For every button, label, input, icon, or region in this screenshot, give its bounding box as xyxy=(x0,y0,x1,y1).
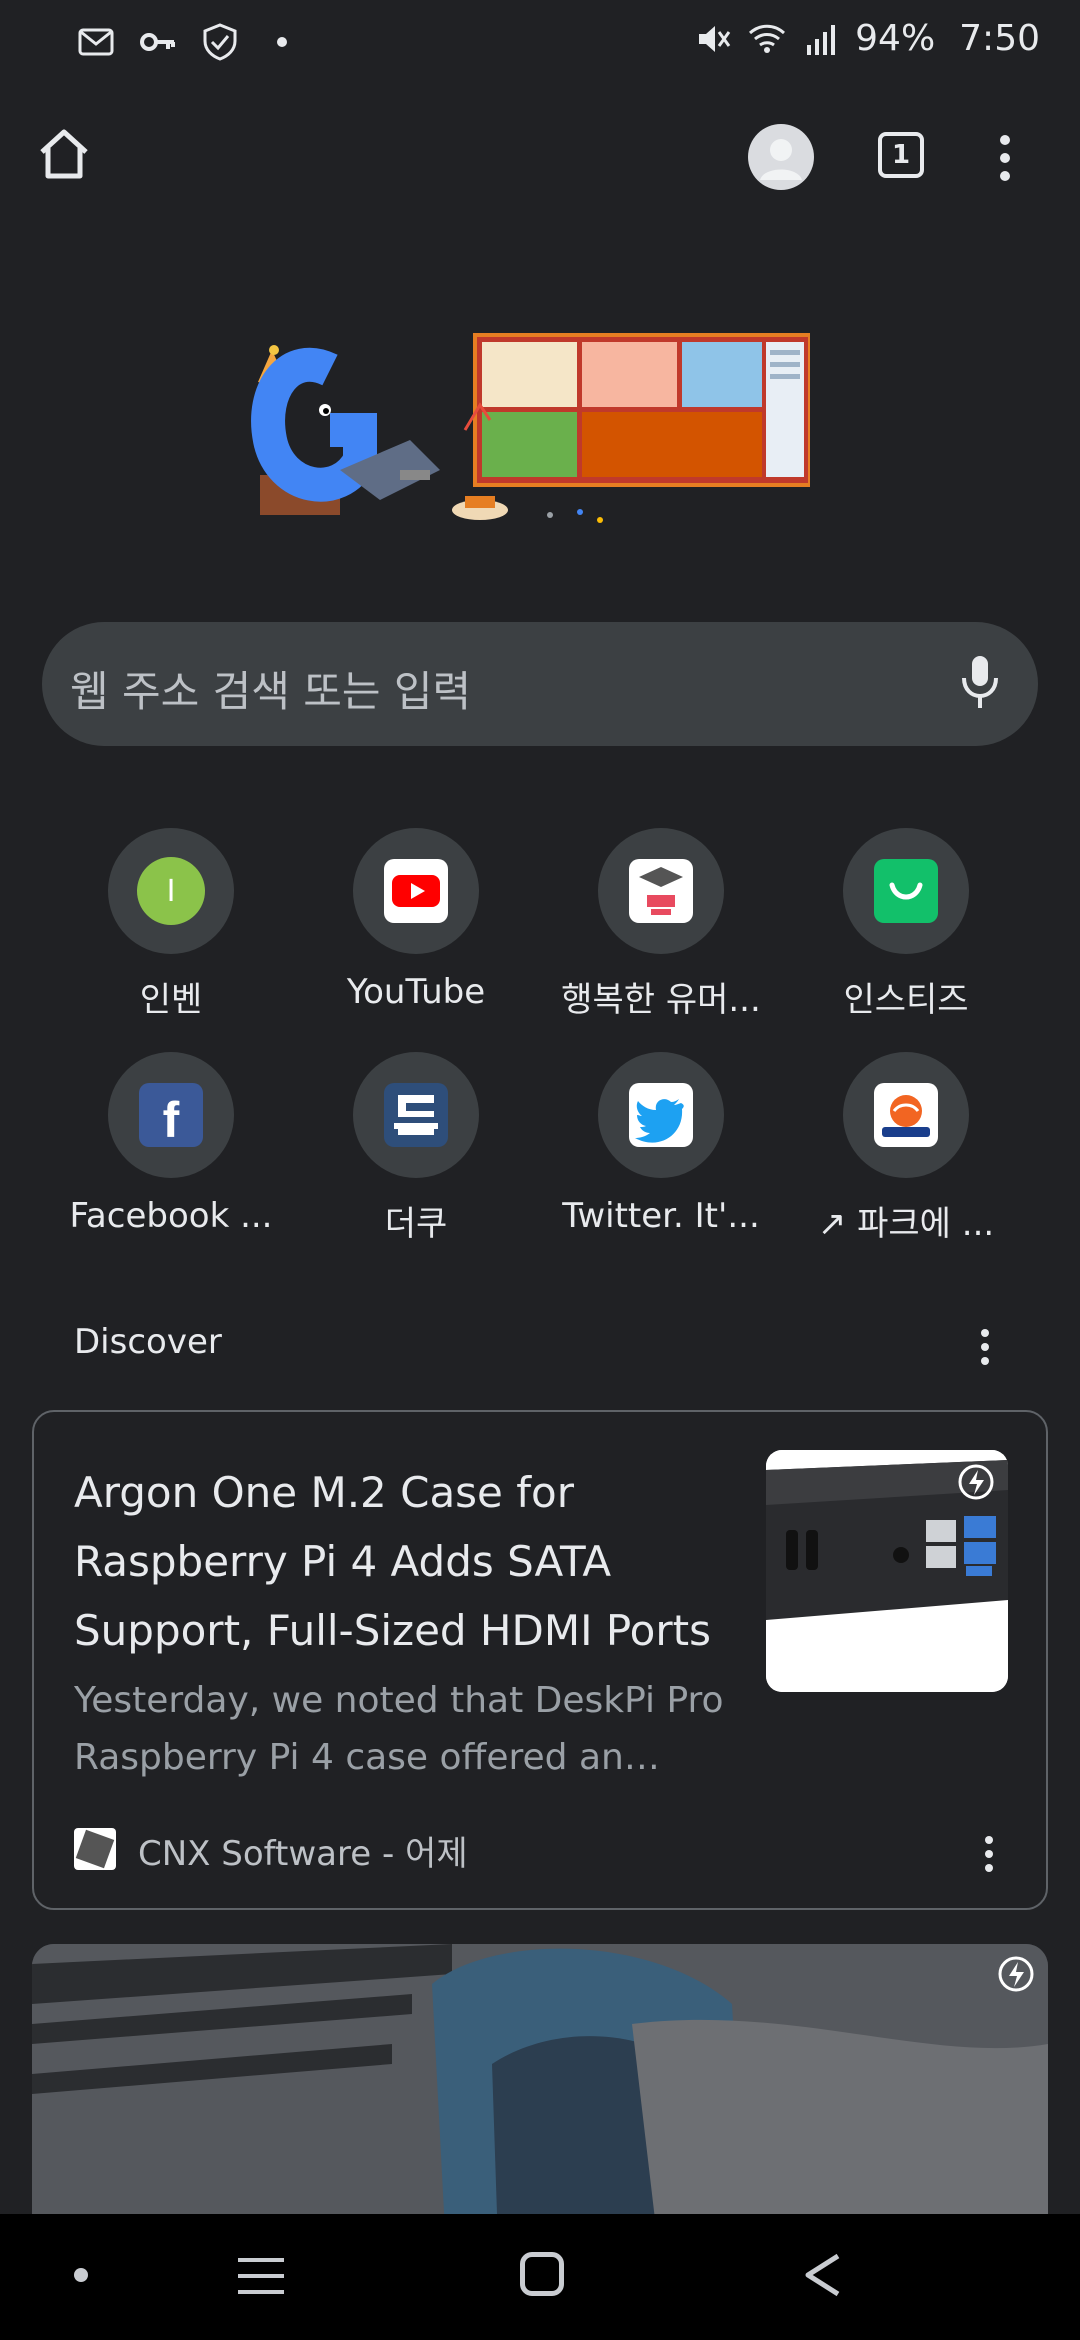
article-title[interactable]: Argon One M.2 Case for Raspberry Pi 4 Ad… xyxy=(74,1458,754,1665)
shortcut-label: 인벤 xyxy=(139,980,203,1020)
inven-icon: I xyxy=(137,857,205,925)
shortcut-label: 더쿠 xyxy=(384,1204,448,1244)
source-favicon xyxy=(74,1828,116,1870)
shortcut-label: ↗ 파크에 ... xyxy=(817,1204,995,1244)
shortcut-circle: f xyxy=(108,1052,234,1178)
recents-icon[interactable] xyxy=(236,2254,286,2298)
mail-icon xyxy=(76,22,116,62)
clock: 7:50 xyxy=(959,18,1040,59)
shortcut-circle xyxy=(353,1052,479,1178)
shortcut-label: Twitter. It'... xyxy=(562,1196,760,1236)
shortcut-tile[interactable]: I 인벤 xyxy=(61,828,281,1021)
shield-icon xyxy=(200,22,240,62)
twitter-icon xyxy=(629,1083,693,1147)
shortcut-label: YouTube xyxy=(346,972,486,1012)
more-vert-icon[interactable] xyxy=(990,128,1020,188)
google-doodle[interactable] xyxy=(250,320,812,540)
theqoo-icon xyxy=(384,1083,448,1147)
discover-heading: Discover xyxy=(74,1322,222,1362)
battery-percent: 94% xyxy=(855,18,936,59)
tab-switcher-icon[interactable]: 1 xyxy=(878,132,924,178)
system-nav-bar xyxy=(0,2214,1080,2340)
home-icon[interactable] xyxy=(34,124,94,184)
shortcut-tile[interactable]: 더쿠 xyxy=(306,1052,526,1245)
signal-icon xyxy=(801,19,841,59)
mute-icon xyxy=(693,19,733,59)
shortcut-tile[interactable]: 인스티즈 xyxy=(796,828,1016,1021)
shortcut-label: 인스티즈 xyxy=(843,980,969,1020)
shortcut-circle xyxy=(843,1052,969,1178)
mic-icon[interactable] xyxy=(958,652,1002,712)
article-snippet: Yesterday, we noted that DeskPi Pro Rasp… xyxy=(74,1680,724,1778)
shortcut-tile[interactable]: Twitter. It'... xyxy=(551,1052,771,1236)
humor-univ-icon xyxy=(629,859,693,923)
status-bar: 94% 7:50 xyxy=(0,0,1080,84)
facebook-icon: f xyxy=(139,1083,203,1147)
dot-icon xyxy=(74,2268,88,2282)
shortcut-circle xyxy=(353,828,479,954)
shortcut-tile[interactable]: f Facebook ... xyxy=(61,1052,281,1236)
status-right: 94% 7:50 xyxy=(693,18,1040,59)
discover-menu-icon[interactable] xyxy=(970,1326,1000,1368)
mlbpark-icon xyxy=(874,1083,938,1147)
search-box[interactable]: 웹 주소 검색 또는 입력 xyxy=(42,622,1038,746)
status-left xyxy=(76,22,302,62)
screen: 94% 7:50 1 웹 주소 검색 또는 입력 I 인벤 YouTube 행복… xyxy=(0,0,1080,2340)
avatar-icon[interactable] xyxy=(748,124,814,190)
youtube-icon xyxy=(384,859,448,923)
shortcut-tile[interactable]: ↗ 파크에 ... xyxy=(796,1052,1016,1245)
shortcut-circle xyxy=(598,828,724,954)
key-icon xyxy=(138,22,178,62)
shortcut-label: Facebook ... xyxy=(69,1196,273,1236)
dot-icon xyxy=(262,22,302,62)
shortcut-circle: I xyxy=(108,828,234,954)
browser-toolbar: 1 xyxy=(0,110,1080,204)
article-more-icon[interactable] xyxy=(974,1834,1004,1874)
shortcut-tile[interactable]: 행복한 유머... xyxy=(551,828,771,1021)
back-icon[interactable] xyxy=(800,2250,844,2300)
home-button-icon[interactable] xyxy=(520,2252,564,2296)
shortcut-circle xyxy=(598,1052,724,1178)
wifi-icon xyxy=(747,19,787,59)
article-card[interactable]: Argon One M.2 Case for Raspberry Pi 4 Ad… xyxy=(32,1410,1048,1910)
shortcut-label: 행복한 유머... xyxy=(561,980,761,1020)
instiz-icon xyxy=(874,859,938,923)
shortcut-circle xyxy=(843,828,969,954)
article-thumbnail[interactable] xyxy=(766,1450,1008,1692)
article-source: CNX Software - 어제 xyxy=(138,1834,468,1874)
shortcut-tile[interactable]: YouTube xyxy=(306,828,526,1012)
search-placeholder: 웹 주소 검색 또는 입력 xyxy=(70,667,472,716)
